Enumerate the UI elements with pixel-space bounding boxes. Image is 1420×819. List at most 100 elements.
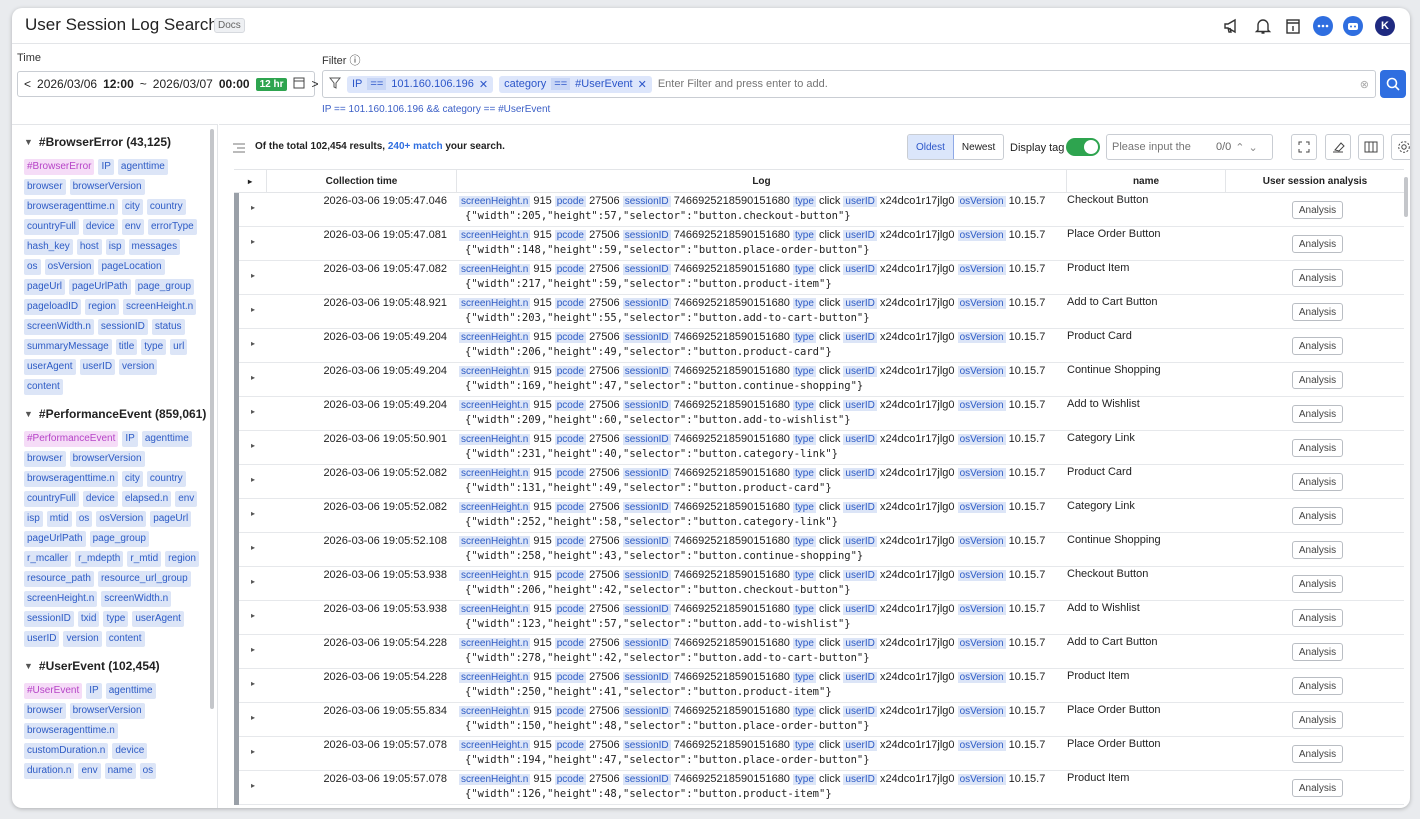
field-tag[interactable]: browser: [24, 703, 66, 719]
field-tag[interactable]: os: [139, 763, 157, 779]
column-log[interactable]: Log: [457, 170, 1067, 193]
field-tag[interactable]: country: [146, 471, 186, 487]
field-tag[interactable]: pageLocation: [98, 259, 165, 275]
field-tag[interactable]: resource_path: [24, 571, 94, 587]
close-icon[interactable]: ✕: [479, 78, 488, 91]
log-key[interactable]: userID: [843, 366, 877, 377]
field-tag[interactable]: hash_key: [24, 239, 73, 255]
calendar-picker-icon[interactable]: [293, 77, 305, 92]
field-tag[interactable]: name: [104, 763, 136, 779]
field-tag[interactable]: userAgent: [132, 611, 184, 627]
sort-toggle[interactable]: Oldest Newest: [907, 134, 1005, 160]
log-key[interactable]: osVersion: [957, 264, 1006, 275]
clear-icon[interactable]: ⊗: [1360, 78, 1369, 91]
log-key[interactable]: pcode: [554, 502, 586, 513]
field-tag[interactable]: IP: [122, 431, 138, 447]
expand-row-icon[interactable]: ▸: [251, 645, 255, 654]
log-key[interactable]: osVersion: [957, 570, 1006, 581]
analysis-button[interactable]: Analysis: [1292, 337, 1343, 355]
log-key[interactable]: osVersion: [957, 638, 1006, 649]
log-key[interactable]: screenHeight.n: [459, 570, 531, 581]
analysis-button[interactable]: Analysis: [1292, 745, 1343, 763]
log-key[interactable]: pcode: [554, 706, 586, 717]
field-tag[interactable]: errorType: [147, 219, 197, 235]
log-key[interactable]: pcode: [554, 604, 586, 615]
field-tag[interactable]: agenttime: [141, 431, 192, 447]
table-row[interactable]: ▸ 2026-03-06 19:05:49.204 screenHeight.n 9…: [234, 397, 1404, 431]
chat-icon[interactable]: [1313, 16, 1333, 36]
log-key[interactable]: osVersion: [957, 366, 1006, 377]
log-key[interactable]: osVersion: [957, 298, 1006, 309]
log-key[interactable]: screenHeight.n: [459, 672, 531, 683]
log-key[interactable]: sessionID: [622, 230, 671, 241]
search-button[interactable]: [1380, 70, 1406, 98]
log-key[interactable]: type: [793, 468, 816, 479]
log-key[interactable]: userID: [843, 400, 877, 411]
log-key[interactable]: userID: [843, 604, 877, 615]
fullscreen-button[interactable]: [1291, 134, 1317, 160]
table-row[interactable]: ▸ 2026-03-06 19:05:52.108 screenHeight.n 9…: [234, 533, 1404, 567]
filter-chip[interactable]: IP == 101.160.106.196 ✕: [347, 75, 494, 93]
field-tag[interactable]: version: [119, 359, 158, 375]
table-row[interactable]: ▸ 2026-03-06 19:05:54.228 screenHeight.n 9…: [234, 635, 1404, 669]
chevron-down-icon[interactable]: ⌄: [1249, 141, 1258, 154]
table-row[interactable]: ▸ 2026-03-06 19:05:57.078 screenHeight.n 9…: [234, 771, 1404, 805]
log-key[interactable]: screenHeight.n: [459, 468, 531, 479]
field-tag[interactable]: page_group: [134, 279, 195, 295]
log-key[interactable]: type: [793, 196, 816, 207]
log-key[interactable]: sessionID: [622, 604, 671, 615]
analysis-button[interactable]: Analysis: [1292, 235, 1343, 253]
match-count[interactable]: 240+ match: [388, 141, 443, 152]
analysis-button[interactable]: Analysis: [1292, 473, 1343, 491]
log-key[interactable]: sessionID: [622, 468, 671, 479]
field-tag[interactable]: pageloadID: [24, 299, 82, 315]
avatar[interactable]: K: [1375, 16, 1395, 36]
next-range-button[interactable]: >: [311, 77, 318, 91]
field-tag[interactable]: osVersion: [96, 511, 147, 527]
column-name[interactable]: name: [1067, 170, 1226, 193]
field-tag[interactable]: device: [112, 743, 148, 759]
field-tag[interactable]: txid: [77, 611, 100, 627]
log-key[interactable]: pcode: [554, 366, 586, 377]
field-tag[interactable]: browseragenttime.n: [24, 471, 118, 487]
log-key[interactable]: userID: [843, 570, 877, 581]
log-key[interactable]: osVersion: [957, 672, 1006, 683]
log-key[interactable]: sessionID: [622, 332, 671, 343]
table-row[interactable]: ▸ 2026-03-06 19:05:47.082 screenHeight.n 9…: [234, 261, 1404, 295]
log-key[interactable]: screenHeight.n: [459, 434, 531, 445]
log-key[interactable]: userID: [843, 672, 877, 683]
log-key[interactable]: sessionID: [622, 672, 671, 683]
log-key[interactable]: screenHeight.n: [459, 740, 531, 751]
expand-row-icon[interactable]: ▸: [251, 611, 255, 620]
log-key[interactable]: screenHeight.n: [459, 230, 531, 241]
field-tag[interactable]: sessionID: [24, 611, 74, 627]
caret-down-icon[interactable]: ▼: [24, 137, 33, 147]
log-key[interactable]: pcode: [554, 264, 586, 275]
oldest-button[interactable]: Oldest: [908, 135, 954, 159]
log-key[interactable]: pcode: [554, 332, 586, 343]
caret-down-icon[interactable]: ▼: [24, 661, 33, 671]
field-tag[interactable]: browser: [24, 179, 66, 195]
field-tag[interactable]: url: [170, 339, 188, 355]
log-key[interactable]: osVersion: [957, 604, 1006, 615]
analysis-button[interactable]: Analysis: [1292, 677, 1343, 695]
info-icon[interactable]: ⓘ: [350, 55, 361, 67]
expand-row-icon[interactable]: ▸: [251, 577, 255, 586]
field-tag[interactable]: content: [105, 631, 145, 647]
field-tag[interactable]: status: [151, 319, 185, 335]
log-key[interactable]: screenHeight.n: [459, 604, 531, 615]
analysis-button[interactable]: Analysis: [1292, 711, 1343, 729]
log-key[interactable]: type: [793, 536, 816, 547]
analysis-button[interactable]: Analysis: [1292, 779, 1343, 797]
expand-row-icon[interactable]: ▸: [251, 747, 255, 756]
log-key[interactable]: type: [793, 604, 816, 615]
field-tag[interactable]: screenHeight.n: [122, 299, 197, 315]
find-input[interactable]: [1112, 141, 1212, 153]
analysis-button[interactable]: Analysis: [1292, 405, 1343, 423]
table-row[interactable]: ▸ 2026-03-06 19:05:57.078 screenHeight.n 9…: [234, 737, 1404, 771]
field-tag[interactable]: browserVersion: [69, 703, 145, 719]
table-row[interactable]: ▸ 2026-03-06 19:05:52.082 screenHeight.n 9…: [234, 465, 1404, 499]
log-key[interactable]: userID: [843, 638, 877, 649]
log-key[interactable]: screenHeight.n: [459, 400, 531, 411]
column-session-analysis[interactable]: User session analysis: [1226, 170, 1404, 193]
